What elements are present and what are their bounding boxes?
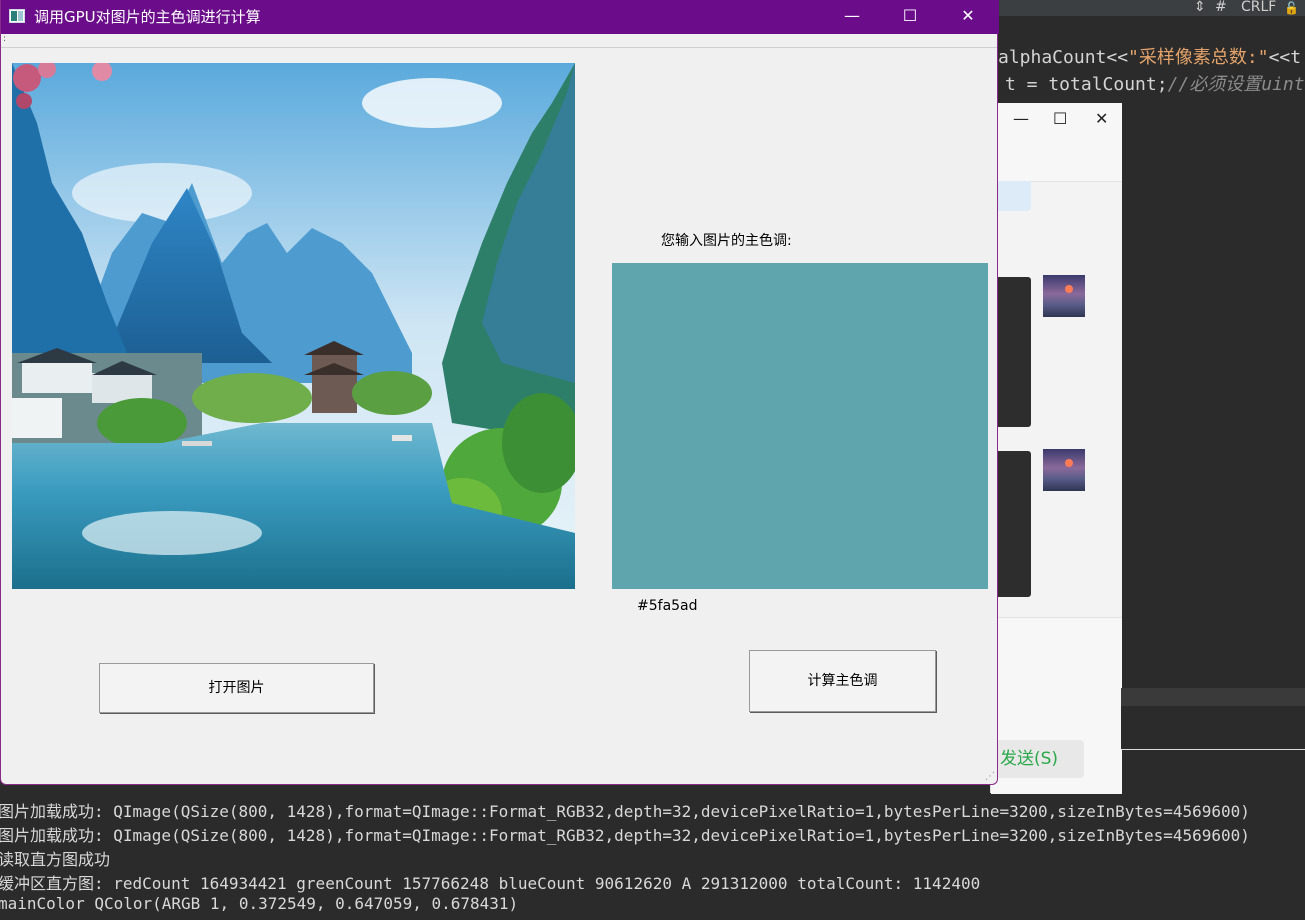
console-line: 图片加载成功: QImage(QSize(800, 1428),format=Q…	[0, 802, 1250, 821]
editor-panel-strip	[1121, 688, 1305, 750]
lock-icon[interactable]: 🔓	[1284, 1, 1299, 15]
chat-send-button[interactable]: 发送(S)	[996, 740, 1084, 778]
title-bar: 调用GPU对图片的主色调进行计算 — ☐ ✕	[1, 0, 999, 34]
console-line: mainColor QColor(ARGB 1, 0.372549, 0.647…	[0, 894, 519, 913]
chat-close-icon[interactable]: ✕	[1095, 109, 1108, 128]
maximize-icon[interactable]: ☐	[881, 0, 939, 34]
app-icon	[9, 9, 25, 23]
indent-hash[interactable]: #	[1215, 0, 1227, 15]
chat-titlebar: — ☐ ✕	[991, 103, 1122, 182]
loaded-image	[12, 63, 575, 589]
console-line: 缓冲区直方图: redCount 164934421 greenCount 15…	[0, 874, 981, 893]
main-color-label: 您输入图片的主色调:	[661, 233, 792, 249]
chat-maximize-icon[interactable]: ☐	[1053, 109, 1067, 128]
main-color-swatch	[612, 263, 988, 589]
resize-grip-icon[interactable]: ⋰	[985, 771, 995, 782]
menu-bar[interactable]: :	[1, 34, 997, 48]
sort-arrows-icon[interactable]: ⇕	[1194, 0, 1206, 15]
main-window: 调用GPU对图片的主色调进行计算 — ☐ ✕ : 您输入图片的主色调: #5fa…	[0, 0, 999, 785]
chat-image-thumbnail[interactable]	[1043, 449, 1085, 491]
calculate-main-color-button[interactable]: 计算主色调	[749, 650, 936, 712]
open-image-button[interactable]: 打开图片	[99, 663, 374, 713]
console-line: 图片加载成功: QImage(QSize(800, 1428),format=Q…	[0, 826, 1250, 845]
editor-status-bar: ⇕ # CRLF 🔓	[998, 0, 1305, 16]
window-title: 调用GPU对图片的主色调进行计算	[34, 8, 261, 26]
chat-window-background: — ☐ ✕	[990, 103, 1122, 794]
minimize-icon[interactable]: —	[823, 0, 881, 34]
landscape-picture	[12, 63, 575, 589]
code-line[interactable]: t = totalCount;//必须设置uint	[1005, 70, 1305, 96]
chat-image-thumbnail[interactable]	[1043, 275, 1085, 317]
line-ending-label[interactable]: CRLF	[1241, 0, 1276, 15]
close-icon[interactable]: ✕	[939, 0, 997, 34]
code-line[interactable]: alphaCount<<"采样像素总数:"<<t	[998, 43, 1301, 69]
console-line: 读取直方图成功	[0, 850, 111, 869]
chat-minimize-icon[interactable]: —	[1013, 109, 1029, 128]
main-color-hex: #5fa5ad	[637, 598, 698, 614]
